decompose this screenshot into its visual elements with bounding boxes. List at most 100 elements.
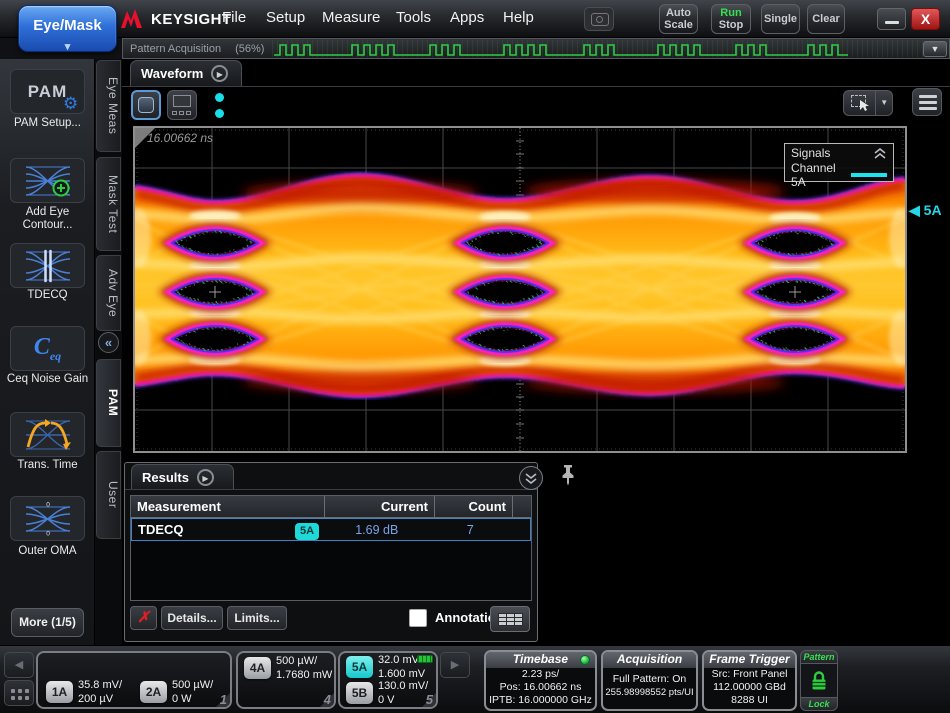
tdecq-button[interactable]: [10, 243, 85, 288]
annotations-checkbox[interactable]: [409, 609, 427, 627]
tab-mask-test[interactable]: Mask Test: [96, 157, 121, 251]
measurement-count-value: 7: [434, 523, 512, 537]
tab-pam[interactable]: PAM: [96, 359, 121, 447]
clear-button[interactable]: Clear: [807, 4, 845, 34]
channel-2a-scale: 500 µW/: [172, 679, 213, 693]
pattern-lock-indicator[interactable]: Pattern Lock: [800, 650, 838, 711]
display-menu-button[interactable]: [912, 88, 942, 116]
measurement-sidebar: PAM ⚙ PAM Setup... Add Eye Contour...: [0, 59, 95, 645]
pam-setup-button[interactable]: PAM ⚙: [10, 69, 85, 114]
waveform-tab[interactable]: Waveform ▶: [130, 60, 242, 86]
channel-group-1[interactable]: 1A 35.8 mV/ 200 µV 2A 500 µW/ 0 W 1: [36, 651, 232, 709]
channel-group-4[interactable]: 4A 500 µW/ 1.7680 mW 4: [236, 651, 336, 709]
close-button[interactable]: X: [911, 8, 940, 30]
sidebar-collapse-button[interactable]: «: [98, 332, 119, 353]
pattern-acquisition-percent: (56%): [235, 43, 264, 55]
details-button[interactable]: Details...: [161, 606, 223, 630]
tab-user[interactable]: User: [96, 451, 121, 539]
timebase-scale: 2.23 ps/: [486, 668, 595, 681]
auto-scale-button[interactable]: Auto Scale: [659, 4, 698, 34]
svg-text:0: 0: [46, 530, 50, 536]
signals-legend[interactable]: Signals Channel 5A: [784, 143, 894, 182]
tdecq-label: TDECQ: [0, 289, 95, 302]
trigger-rate: 112.00000 GBd: [704, 681, 795, 694]
minimize-icon: [885, 21, 899, 24]
run-stop-button[interactable]: Run Stop: [711, 4, 751, 34]
table-grid-icon: [498, 613, 523, 626]
mode-selector-button[interactable]: Eye/Mask ▾: [18, 5, 117, 52]
results-collapse-button[interactable]: [519, 466, 543, 490]
channel-5a-marker[interactable]: ◀ 5A: [909, 202, 942, 219]
group-number: 5: [426, 692, 433, 707]
header-count[interactable]: Count: [435, 496, 513, 517]
results-panel: Results ▶ Measurement Current Count: [124, 462, 538, 642]
channel-5a-badge[interactable]: 5A: [346, 656, 373, 678]
tab-adv-eye[interactable]: Adv Eye: [96, 255, 121, 331]
channel-5a-active-indicator: [417, 655, 433, 663]
marker-left-icon: ◀: [909, 202, 920, 218]
marquee-select-icon: [844, 91, 876, 115]
menu-help[interactable]: Help: [503, 9, 534, 26]
brand-name: KEYSIGHT: [151, 11, 232, 28]
eye-diagram-graticule[interactable]: 16.00662 ns Signals Channel 5A: [133, 126, 907, 453]
play-icon[interactable]: ▶: [197, 469, 214, 486]
add-eye-contour-button[interactable]: [10, 158, 85, 203]
more-measurements-button[interactable]: More (1/5): [11, 608, 84, 637]
outer-oma-label: Outer OMA: [0, 545, 95, 558]
acquisition-rate: 255.98998552 pts/UI: [603, 686, 696, 699]
menu-file[interactable]: File: [222, 9, 246, 26]
chevron-down-icon: ▾: [19, 42, 116, 53]
transition-time-button[interactable]: [10, 412, 85, 457]
channel-2a-badge[interactable]: 2A: [140, 681, 167, 703]
menu-measure[interactable]: Measure: [322, 9, 380, 26]
marquee-dropdown-icon[interactable]: ▼: [876, 91, 892, 115]
chevron-up-double-icon[interactable]: [873, 148, 887, 159]
channels-scroll-left-button[interactable]: ◀: [4, 652, 34, 678]
results-tab[interactable]: Results ▶: [131, 464, 234, 489]
table-row[interactable]: TDECQ 5A 1.69 dB 7: [131, 518, 531, 541]
header-measurement[interactable]: Measurement: [131, 496, 325, 517]
single-view-icon: [138, 97, 154, 113]
pattern-dropdown-button[interactable]: ▼: [923, 41, 947, 57]
delete-measurement-button[interactable]: ✗: [130, 606, 157, 630]
single-button[interactable]: Single: [761, 4, 800, 34]
menu-apps[interactable]: Apps: [450, 9, 484, 26]
annotation-table-button[interactable]: [490, 606, 530, 632]
top-menu-bar: KEYSIGHT File Setup Measure Tools Apps H…: [0, 0, 950, 38]
acquisition-panel[interactable]: Acquisition Full Pattern: On 255.9899855…: [601, 650, 698, 711]
outer-oma-button[interactable]: 0 0: [10, 496, 85, 541]
menu-tools[interactable]: Tools: [396, 9, 431, 26]
channel-1a-scale: 35.8 mV/: [78, 679, 122, 693]
play-icon[interactable]: ▶: [211, 65, 228, 82]
channel-1a-badge[interactable]: 1A: [46, 681, 73, 703]
pin-icon[interactable]: [559, 464, 577, 486]
channel-5b-badge[interactable]: 5B: [346, 682, 373, 704]
channels-scroll-right-button[interactable]: ▶: [440, 652, 470, 678]
eye-tdecq-icon: [25, 249, 71, 283]
channel-4a-badge[interactable]: 4A: [244, 657, 271, 679]
measurement-current-value: 1.69 dB: [325, 523, 434, 537]
ceq-noise-gain-button[interactable]: Ceq: [10, 326, 85, 371]
timebase-panel[interactable]: Timebase 2.23 ps/ Pos: 16.00662 ns IPTB:…: [484, 650, 597, 711]
channel-1a-offset: 200 µV: [78, 693, 122, 707]
header-current[interactable]: Current: [325, 496, 435, 517]
channel-badge: 5A: [295, 523, 319, 540]
single-view-layout-button[interactable]: [131, 90, 161, 120]
limits-button[interactable]: Limits...: [227, 606, 287, 630]
channels-overview-button[interactable]: [4, 680, 34, 706]
multi-view-layout-button[interactable]: [167, 90, 197, 120]
menu-setup[interactable]: Setup: [266, 9, 305, 26]
frame-trigger-panel[interactable]: Frame Trigger Src: Front Panel 112.00000…: [702, 650, 797, 711]
chevron-down-double-icon: [524, 473, 538, 484]
splitter-handle-dot[interactable]: [215, 93, 224, 102]
channel-group-5[interactable]: 5A 32.0 mV/ 1.600 mV 5B 130.0 mV/ 0 V 5: [338, 651, 438, 709]
splitter-handle-dot[interactable]: [215, 109, 224, 118]
channel-4a-scale: 500 µW/: [276, 655, 332, 669]
pattern-lock-bottom-label: Lock: [800, 697, 838, 711]
multi-view-icon: [173, 95, 191, 107]
screenshot-camera-button[interactable]: [584, 7, 614, 31]
eye-transition-icon: [25, 418, 71, 452]
minimize-button[interactable]: [877, 8, 906, 30]
marquee-select-button[interactable]: ▼: [843, 90, 893, 116]
tab-eye-meas[interactable]: Eye Meas: [96, 60, 121, 152]
